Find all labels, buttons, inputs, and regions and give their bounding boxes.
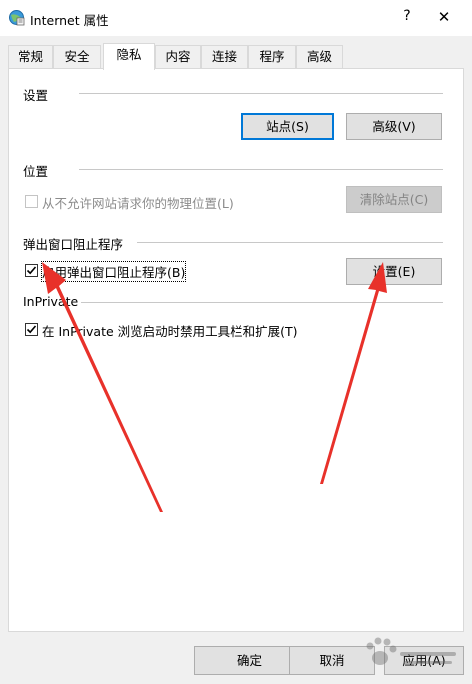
tab-strip: 常规 安全 隐私 内容 连接 程序 高级 — [8, 43, 464, 70]
popup-checkbox-row[interactable]: 启用弹出窗口阻止程序(B) — [25, 261, 187, 282]
inprivate-checkbox[interactable] — [25, 323, 38, 336]
close-button[interactable]: ✕ — [434, 8, 454, 26]
settings-group-label: 设置 — [23, 88, 49, 103]
window-title: Internet 属性 — [30, 13, 109, 28]
watermark-logo — [358, 632, 462, 682]
tab-privacy[interactable]: 隐私 — [103, 43, 155, 70]
location-checkbox[interactable] — [25, 195, 38, 208]
checkmark-icon — [26, 266, 37, 275]
popup-settings-button[interactable]: 设置(E) — [346, 258, 442, 285]
help-button[interactable]: ? — [397, 8, 417, 24]
inprivate-checkbox-row[interactable]: 在 InPrivate 浏览启动时禁用工具栏和扩展(T) — [25, 321, 325, 339]
sites-button[interactable]: 站点(S) — [241, 113, 334, 140]
tab-general[interactable]: 常规 — [8, 45, 53, 69]
location-group-label: 位置 — [23, 164, 49, 179]
tab-programs[interactable]: 程序 — [248, 45, 296, 69]
location-checkbox-row[interactable]: 从不允许网站请求你的物理位置(L) — [25, 193, 325, 211]
title-bar: Internet 属性 ? ✕ — [0, 0, 472, 36]
popup-group-label: 弹出窗口阻止程序 — [23, 237, 124, 252]
clear-sites-button[interactable]: 清除站点(C) — [346, 186, 442, 213]
inprivate-group-label: InPrivate — [23, 294, 79, 309]
location-divider — [79, 169, 443, 170]
advanced-button[interactable]: 高级(V) — [346, 113, 442, 140]
popup-divider — [137, 242, 443, 243]
privacy-panel: 设置 站点(S) 高级(V) 位置 从不允许网站请求你的物理位置(L) 清除站点… — [8, 68, 464, 632]
tab-connections[interactable]: 连接 — [201, 45, 248, 69]
tab-content[interactable]: 内容 — [155, 45, 201, 69]
internet-options-icon — [9, 10, 25, 26]
checkmark-icon — [26, 325, 37, 334]
inprivate-checkbox-label: 在 InPrivate 浏览启动时禁用工具栏和扩展(T) — [42, 324, 298, 339]
tab-advanced[interactable]: 高级 — [296, 45, 343, 69]
location-checkbox-label: 从不允许网站请求你的物理位置(L) — [42, 196, 234, 211]
inprivate-divider — [81, 302, 443, 303]
settings-divider — [79, 93, 443, 94]
tab-security[interactable]: 安全 — [53, 45, 101, 69]
popup-checkbox[interactable] — [25, 264, 38, 277]
popup-checkbox-label: 启用弹出窗口阻止程序(B) — [40, 261, 187, 282]
paw-logo-icon — [366, 637, 456, 665]
